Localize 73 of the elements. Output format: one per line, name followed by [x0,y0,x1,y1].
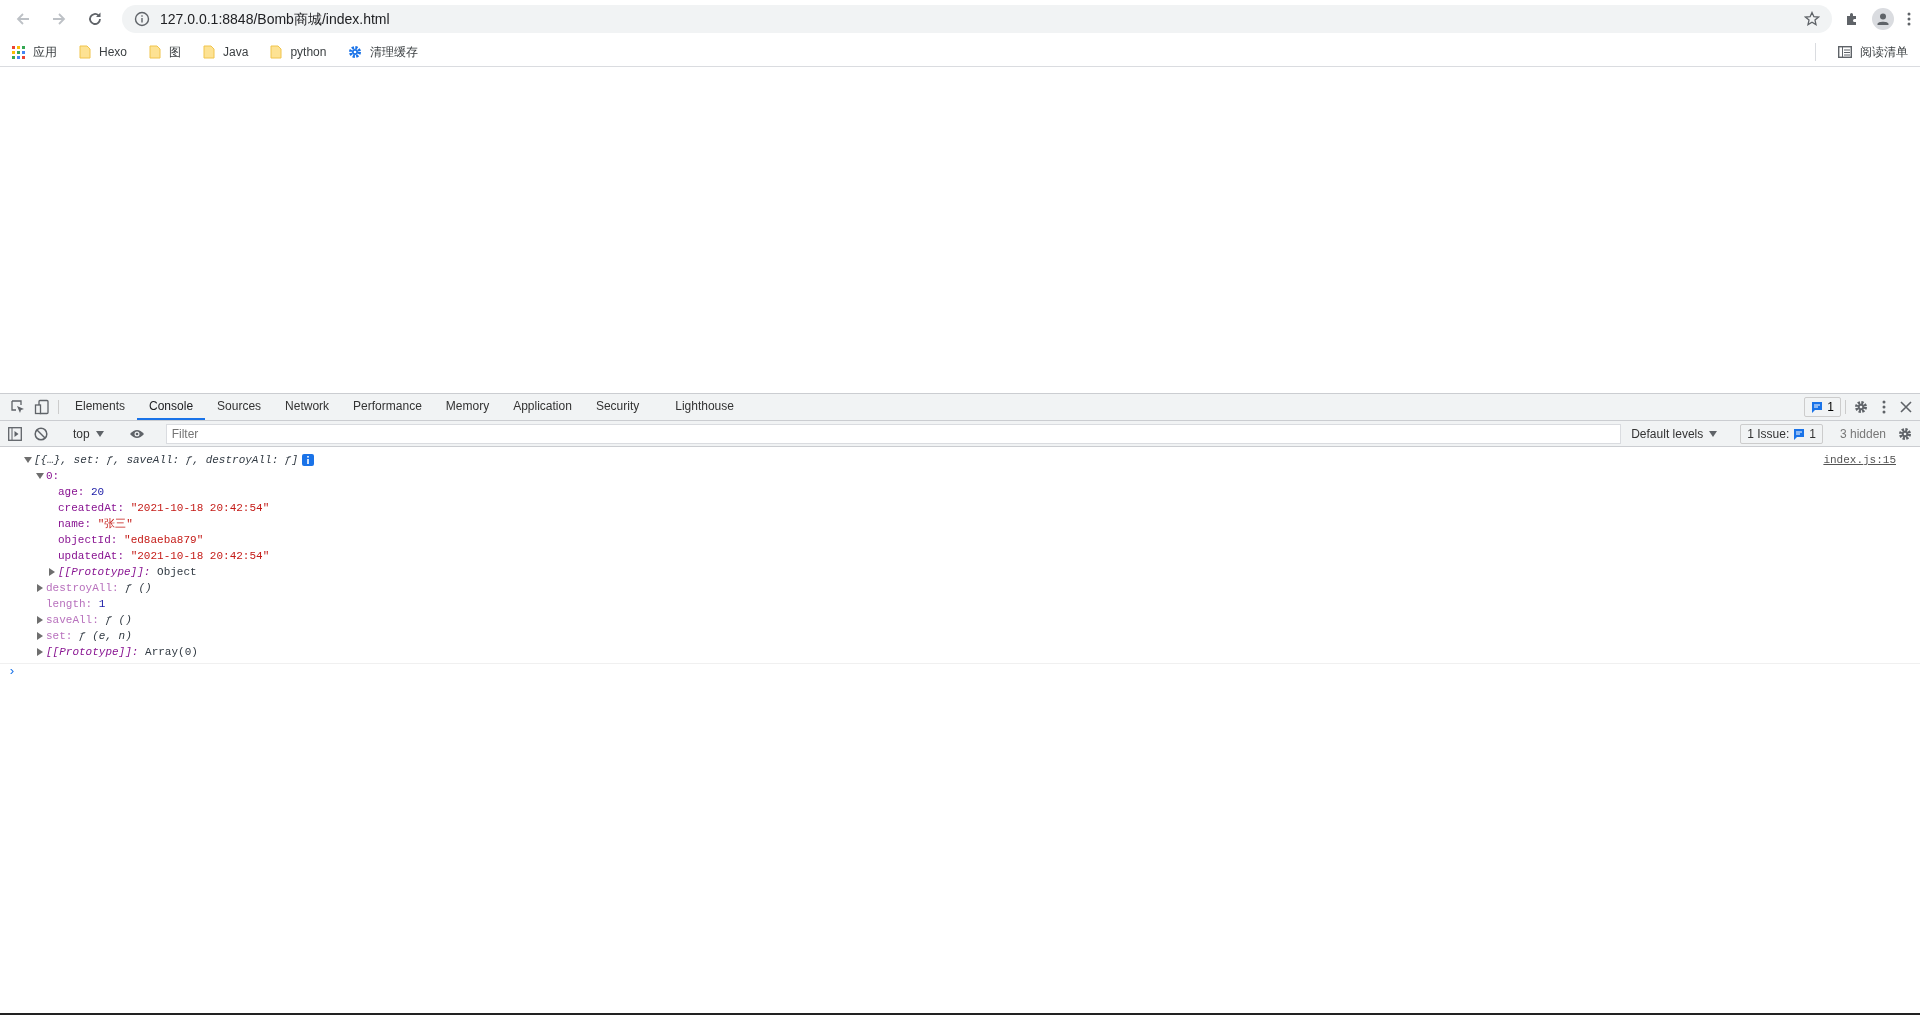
property-entry: saveAll: ƒ () [46,613,132,628]
caret-icon [95,430,104,437]
more-icon [1882,400,1886,414]
block-icon [34,426,48,441]
devtools-tab[interactable]: Security [583,394,652,420]
menu-icon[interactable] [1906,11,1912,27]
url-text: 127.0.0.1:8848/Bomb商城/index.html [160,9,391,29]
device-icon [34,399,50,415]
property-entry: set: ƒ (e, n) [46,629,132,644]
info-icon [302,454,315,466]
folder-icon [79,45,91,59]
context-dropdown[interactable]: top [69,424,108,443]
list-icon [1838,46,1852,58]
property-entry: [[Prototype]]: Array(0) [46,645,198,660]
bookmark-item[interactable]: python [270,43,327,61]
settings-icon [1898,426,1912,441]
settings-icon [1854,400,1868,414]
property-entry: updatedAt: "2021-10-18 20:42:54" [58,549,270,564]
devtools-tab[interactable]: Performance [341,394,434,420]
log-levels-dropdown[interactable]: Default levels [1625,424,1724,443]
devtools-tab[interactable]: Network [273,394,342,420]
property-entry: name: "张三" [58,517,133,532]
bookmark-item[interactable]: Hexo [79,43,127,61]
avatar-icon[interactable] [1872,8,1894,30]
expanded-triangle-icon[interactable] [24,456,32,464]
folder-icon [149,45,161,59]
devtools-tab[interactable]: Memory [433,394,502,420]
bookmark-item[interactable]: 图 [149,43,181,61]
collapsed-triangle-icon[interactable] [36,616,44,624]
property-entry: createdAt: "2021-10-18 20:42:54" [58,501,270,516]
forward-arrow-icon [51,11,67,27]
collapsed-triangle-icon[interactable] [36,648,44,656]
property-entry: destroyAll: ƒ () [46,581,152,596]
star-icon[interactable] [1804,11,1820,27]
property-entry: age: 20 [58,485,105,500]
bookmark-item[interactable]: 应用 [12,43,57,61]
folder-icon [203,45,215,59]
cursor-icon [10,399,26,415]
property-entry: length: 1 [46,597,106,612]
collapsed-triangle-icon[interactable] [48,568,56,576]
message-icon [1793,427,1806,440]
hidden-count: 3 hidden [1839,425,1886,443]
log-summary: [{…}, set: ƒ, saveAll: ƒ, destroyAll: ƒ] [34,453,299,468]
info-icon [134,11,150,27]
source-link[interactable]: index.js:15 [1823,452,1896,468]
property-entry: [[Prototype]]: Object [58,565,197,580]
apps-grid-icon [12,45,25,59]
property-entry: objectId: "ed8aeba879" [58,533,204,548]
eye-icon [128,428,145,439]
address-bar[interactable]: 127.0.0.1:8848/Bomb商城/index.html [122,5,1832,33]
devtools-tab[interactable]: Lighthouse [663,394,746,420]
collapsed-triangle-icon[interactable] [36,584,44,592]
collapsed-triangle-icon[interactable] [36,632,44,640]
expanded-triangle-icon[interactable] [36,472,44,480]
close-icon [1900,401,1912,413]
issues-button[interactable]: 1 Issue: 1 [1740,423,1823,444]
back-arrow-icon [15,11,31,27]
prompt-caret: › [8,664,16,679]
reload-icon [87,11,103,27]
folder-icon [270,45,283,59]
property-entry: 0: [46,469,60,484]
reading-list-button[interactable]: 阅读清单 [1838,43,1908,61]
gear-icon [348,45,363,59]
sidebar-icon [8,426,22,441]
caret-icon [1709,430,1718,437]
devtools-tab[interactable]: Elements [63,394,138,420]
filter-field[interactable]: Filter [165,423,1622,444]
devtools-tab[interactable]: Application [501,394,584,420]
bookmark-item[interactable]: 清理缓存 [348,43,419,61]
bookmark-item[interactable]: Java [203,43,249,61]
devtools-tab[interactable]: Sources [205,394,274,420]
message-icon [1811,401,1824,413]
issues-badge[interactable]: 1 [1804,397,1841,417]
